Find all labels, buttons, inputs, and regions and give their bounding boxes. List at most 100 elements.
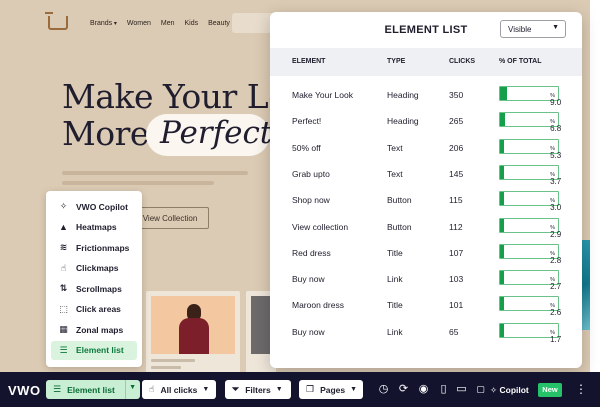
pages-icon: ❐ xyxy=(306,384,315,394)
menu-item-element-list[interactable]: ☰ Element list xyxy=(51,340,137,360)
pct-bar: 2.7% xyxy=(499,270,561,291)
sparkle-icon: ✧ xyxy=(59,201,68,212)
all-clicks-dropdown[interactable]: ☝ All clicks ▼ xyxy=(142,380,216,399)
nav-link-brands[interactable]: Brands xyxy=(90,20,117,27)
cell-type: Title xyxy=(387,247,403,258)
mobile-icon[interactable]: ▯ xyxy=(437,383,450,396)
pct-value: 3.7% xyxy=(550,169,561,186)
nav-link-beauty[interactable]: Beauty xyxy=(208,20,230,27)
pages-dropdown[interactable]: ❐ Pages ▼ xyxy=(299,380,363,399)
pages-label: Pages xyxy=(320,384,346,395)
table-row[interactable]: View collection Button 112 2.9% xyxy=(270,214,582,240)
table-row[interactable]: Buy now Link 65 1.7% xyxy=(270,319,582,345)
nav-link-men[interactable]: Men xyxy=(161,20,175,27)
menu-item-label: VWO Copilot xyxy=(76,201,128,212)
product-image xyxy=(151,296,235,354)
menu-item-label: Scrollmaps xyxy=(76,283,122,294)
chevron-down-icon: ▼ xyxy=(552,24,559,31)
dashed-square-icon: ⬚ xyxy=(59,303,68,314)
hero-text-line xyxy=(62,181,214,185)
hero-text-line xyxy=(62,171,248,175)
view-mode-dropdown[interactable]: ☰ Element list ▼ xyxy=(46,380,140,399)
pct-value: 5.3% xyxy=(550,143,561,160)
cell-clicks: 112 xyxy=(449,221,463,232)
menu-item-zonal-maps[interactable]: ▦ Zonal maps xyxy=(51,320,137,340)
pct-bar: 2.8% xyxy=(499,243,561,265)
pct-bar-fill xyxy=(500,218,504,232)
table-row[interactable]: 50% off Text 206 5.3% xyxy=(270,135,582,161)
product-price-line xyxy=(151,366,181,369)
bottom-toolbar: VWO ☰ Element list ▼ ☝ All clicks ▼ ⏷ Fi… xyxy=(0,372,600,407)
cell-type: Button xyxy=(387,195,412,206)
menu-item-label: Heatmaps xyxy=(76,222,117,233)
column-header-element[interactable]: ELEMENT xyxy=(292,58,325,65)
menu-item-click-areas[interactable]: ⬚ Click areas xyxy=(51,300,137,320)
column-header-pct[interactable]: % OF TOTAL xyxy=(499,58,542,65)
visibility-dropdown[interactable]: Visible ▼ xyxy=(500,20,566,38)
cell-clicks: 103 xyxy=(449,274,464,285)
filters-dropdown[interactable]: ⏷ Filters ▼ xyxy=(225,380,291,399)
pct-bar: 2.6% xyxy=(499,296,561,317)
menu-item-label: Zonal maps xyxy=(76,324,124,335)
pct-bar-fill xyxy=(500,87,508,100)
table-row[interactable]: Red dress Title 107 2.8% xyxy=(270,240,582,266)
copilot-button[interactable]: ✧ Copilot xyxy=(490,385,529,396)
pct-bar-fill xyxy=(500,139,505,153)
table-row[interactable]: Shop now Button 115 3.0% xyxy=(270,187,582,213)
pct-bar-fill xyxy=(500,192,504,206)
pct-number: 6.8 xyxy=(550,124,562,134)
view-collection-button[interactable]: View Collection xyxy=(131,207,209,229)
vwo-logo: VWO xyxy=(8,383,41,398)
eye-icon[interactable]: ◉ xyxy=(417,383,430,396)
table-row[interactable]: Maroon dress Title 101 2.6% xyxy=(270,292,582,318)
pct-value: 9.0% xyxy=(550,90,561,107)
cell-type: Title xyxy=(387,300,403,311)
grid-icon: ▦ xyxy=(59,324,68,335)
table-row[interactable]: Make Your Look Heading 350 9.0% xyxy=(270,82,582,108)
all-clicks-label: All clicks xyxy=(160,384,198,395)
pct-number: 5.3 xyxy=(550,150,562,160)
table-row[interactable]: Buy now Link 103 2.7% xyxy=(270,266,582,292)
list-icon: ☰ xyxy=(53,384,62,394)
menu-item-label: Frictionmaps xyxy=(76,242,130,253)
chevron-down-icon: ▼ xyxy=(275,386,283,393)
desktop-icon[interactable]: ▢ xyxy=(474,383,487,396)
menu-item-clickmaps[interactable]: ☝ Clickmaps xyxy=(51,259,137,279)
pointer-icon: ☝ xyxy=(60,262,67,273)
pct-value: 6.8% xyxy=(550,116,561,133)
cell-type: Heading xyxy=(387,90,419,100)
chevron-down-icon[interactable]: ▼ xyxy=(129,384,136,391)
friction-icon: ≋ xyxy=(59,242,68,253)
pct-number: 1.7 xyxy=(550,334,562,344)
cell-element: Buy now xyxy=(292,274,325,285)
menu-item-vwo-copilot[interactable]: ✧ VWO Copilot xyxy=(51,197,137,217)
menu-item-frictionmaps[interactable]: ≋ Frictionmaps xyxy=(51,238,137,258)
menu-item-scrollmaps[interactable]: ⇅ Scrollmaps xyxy=(51,279,137,299)
scroll-icon: ⇅ xyxy=(59,283,68,294)
column-header-type[interactable]: TYPE xyxy=(387,58,405,65)
table-row[interactable]: Grab upto Text 145 3.7% xyxy=(270,161,582,187)
product-title-line xyxy=(151,359,195,362)
list-icon: ☰ xyxy=(59,344,68,355)
pct-value: 2.6% xyxy=(550,300,561,317)
cell-element: View collection xyxy=(292,221,349,232)
pct-bar: 6.8% xyxy=(499,112,561,133)
cell-type: Text xyxy=(387,142,403,153)
pct-bar-fill xyxy=(500,244,504,258)
table-row[interactable]: Perfect! Heading 265 6.8% xyxy=(270,108,582,134)
refresh-icon[interactable]: ⟳ xyxy=(397,383,410,396)
column-header-clicks[interactable]: CLICKS xyxy=(449,58,475,65)
menu-item-heatmaps[interactable]: ▲ Heatmaps xyxy=(51,218,137,238)
tablet-icon[interactable]: ▭ xyxy=(455,383,468,396)
nav-link-kids[interactable]: Kids xyxy=(185,20,199,27)
product-card[interactable] xyxy=(146,291,240,376)
more-vertical-icon[interactable]: ⋮ xyxy=(575,382,587,396)
pct-bar: 3.0% xyxy=(499,191,561,212)
pct-number: 2.8 xyxy=(550,255,562,265)
cell-type: Button xyxy=(387,221,412,232)
gauge-icon[interactable]: ◷ xyxy=(377,383,390,396)
hero-perfect-text: Perfect! xyxy=(160,115,285,151)
pct-bar-fill xyxy=(500,113,506,127)
nav-link-women[interactable]: Women xyxy=(127,20,151,27)
flame-icon: ▲ xyxy=(59,222,68,233)
